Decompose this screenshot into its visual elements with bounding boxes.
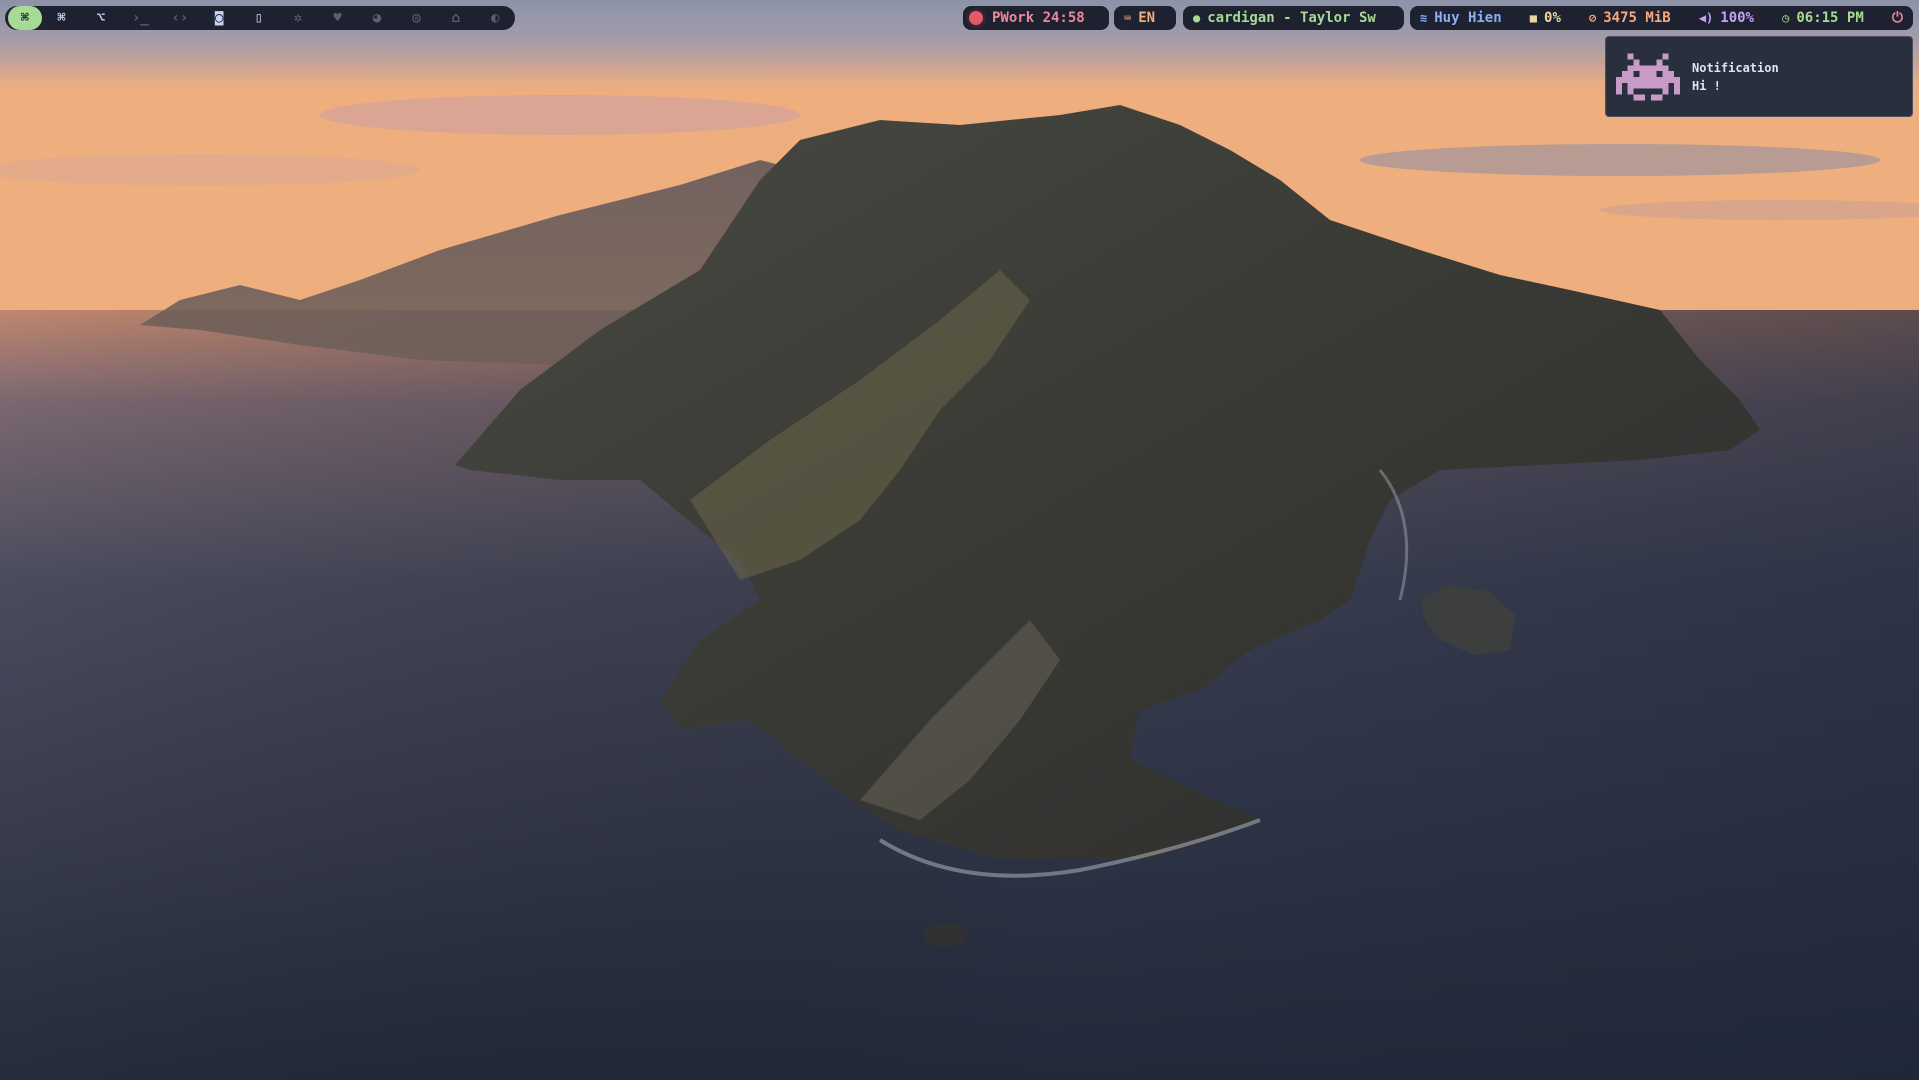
desktop-wallpaper	[0, 0, 1919, 1080]
volume-value: 100%	[1720, 10, 1754, 26]
workspace-8[interactable]: ✲	[278, 6, 317, 30]
clock-icon: ◷	[1782, 11, 1790, 25]
power-icon: ⏻	[1891, 10, 1903, 26]
memory-usage[interactable]: ⊘ 3475 MiB	[1589, 10, 1671, 26]
volume-control[interactable]: ◀) 100%	[1699, 10, 1754, 26]
tomato-icon	[969, 11, 983, 25]
workspace-3[interactable]: ⌥	[81, 6, 120, 30]
workspace-bar: ⌘ ⌘ ⌥ ›_ ‹› ◙ ▯ ✲ ♥ ◕ ◎ ⌂ ◐	[5, 6, 515, 30]
workspace-4[interactable]: ›_	[121, 6, 160, 30]
memory-icon: ⊘	[1589, 11, 1597, 25]
notification-popup[interactable]: Notification Hi !	[1605, 36, 1913, 117]
cpu-usage[interactable]: ■ 0%	[1530, 10, 1561, 26]
wifi-ssid: Huy Hien	[1434, 10, 1502, 26]
workspace-9[interactable]: ♥	[318, 6, 357, 30]
track-title: cardigan - Taylor Sw	[1207, 10, 1376, 26]
keyboard-layout[interactable]: ⌨ EN	[1114, 6, 1176, 30]
volume-icon: ◀)	[1698, 11, 1714, 25]
cpu-icon: ■	[1529, 11, 1538, 25]
power-button[interactable]: ⏻	[1892, 10, 1903, 26]
clock[interactable]: ◷ 06:15 PM	[1782, 10, 1864, 26]
workspace-6[interactable]: ◙	[200, 6, 239, 30]
workspace-7[interactable]: ▯	[239, 6, 278, 30]
wifi-icon: ≋	[1420, 11, 1428, 25]
pomodoro-label: PWork 24:58	[992, 10, 1085, 26]
workspace-11[interactable]: ◎	[397, 6, 436, 30]
spotify-icon: ●	[1193, 11, 1201, 25]
workspace-1[interactable]: ⌘	[8, 6, 42, 30]
keyboard-icon: ⌨	[1124, 11, 1132, 25]
cpu-value: 0%	[1544, 10, 1561, 26]
memory-value: 3475 MiB	[1603, 10, 1671, 26]
notification-title: Notification	[1692, 60, 1779, 75]
pomodoro-timer[interactable]: PWork 24:58	[963, 6, 1109, 30]
system-status: ≋ Huy Hien ■ 0% ⊘ 3475 MiB ◀) 100% ◷ 06:…	[1410, 6, 1913, 30]
space-invader-icon	[1616, 53, 1680, 100]
workspace-10[interactable]: ◕	[357, 6, 396, 30]
workspace-13[interactable]: ◐	[476, 6, 515, 30]
media-player[interactable]: ● cardigan - Taylor Sw	[1183, 6, 1404, 30]
notification-body: Hi !	[1692, 78, 1721, 93]
clock-time: 06:15 PM	[1796, 10, 1864, 26]
workspace-5[interactable]: ‹›	[160, 6, 199, 30]
language-label: EN	[1138, 10, 1156, 26]
workspace-2[interactable]: ⌘	[42, 6, 81, 30]
wifi-status[interactable]: ≋ Huy Hien	[1420, 10, 1502, 26]
workspace-12[interactable]: ⌂	[436, 6, 475, 30]
